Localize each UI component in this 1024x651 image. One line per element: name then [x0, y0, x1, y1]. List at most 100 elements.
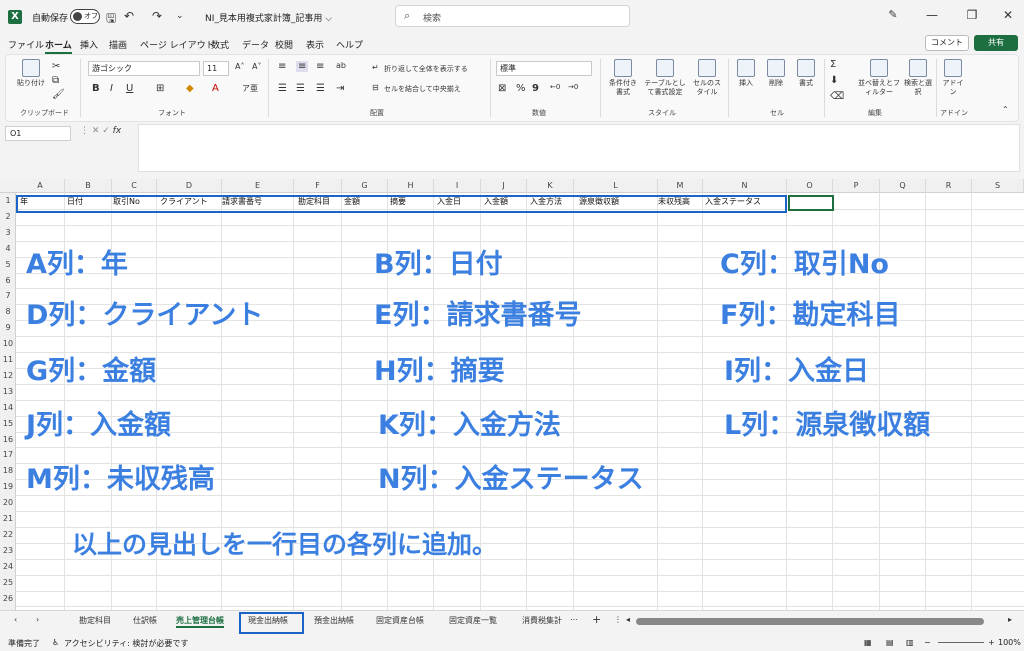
row-header[interactable]: 15 — [0, 419, 16, 428]
sheet-tab-accounts[interactable]: 勘定科目 — [79, 615, 111, 626]
row-header[interactable]: 10 — [0, 339, 16, 348]
column-header[interactable]: S — [972, 179, 1024, 193]
font-size-select[interactable]: 11 — [203, 61, 229, 76]
increase-decimal-icon[interactable]: ←0 — [550, 83, 560, 91]
save-icon[interactable]: 🖫 — [106, 9, 116, 30]
column-header[interactable]: F — [294, 179, 342, 193]
row-header[interactable]: 8 — [0, 307, 16, 316]
autosave-toggle[interactable]: オフ — [70, 9, 100, 24]
italic-icon[interactable]: I — [110, 83, 113, 94]
share-button[interactable]: 共有 — [974, 35, 1018, 51]
autosum-icon[interactable]: Σ — [830, 59, 836, 70]
addins-button[interactable]: アドイン — [940, 59, 966, 97]
page-break-view-icon[interactable]: ▥ — [906, 638, 914, 647]
format-painter-icon[interactable]: 🖌 — [52, 89, 65, 100]
row-header[interactable]: 3 — [0, 228, 16, 237]
tab-home[interactable]: ホーム — [45, 38, 72, 54]
selected-cell-o1[interactable] — [788, 195, 834, 211]
formula-input[interactable] — [138, 124, 1020, 172]
tab-formulas[interactable]: 数式 — [211, 38, 229, 51]
find-select-button[interactable]: 検索と選択 — [902, 59, 934, 97]
wrap-text-button[interactable]: 折り返して全体を表示する — [384, 65, 468, 74]
add-sheet-icon[interactable]: + — [592, 613, 601, 626]
indent-icon[interactable]: ⇥ — [336, 83, 344, 94]
wrap-text-icon[interactable]: ↵ — [372, 63, 379, 72]
row-header[interactable]: 19 — [0, 482, 16, 491]
normal-view-icon[interactable]: ▦ — [864, 638, 872, 647]
column-header[interactable]: O — [787, 179, 833, 193]
sheet-tab-fixed-asset-list[interactable]: 固定資産一覧 — [449, 615, 497, 626]
column-header[interactable]: L — [574, 179, 658, 193]
fill-icon[interactable]: ⬇ — [830, 75, 838, 86]
column-header[interactable]: G — [342, 179, 388, 193]
tab-view[interactable]: 表示 — [306, 38, 324, 51]
zoom-out-icon[interactable]: − — [924, 638, 931, 647]
tab-insert[interactable]: 挿入 — [80, 38, 98, 51]
align-right-icon[interactable]: ☰ — [316, 83, 325, 94]
sort-filter-button[interactable]: 並べ替えとフィルター — [858, 59, 900, 97]
row-header[interactable]: 5 — [0, 260, 16, 269]
row-header[interactable]: 13 — [0, 387, 16, 396]
row-header[interactable]: 14 — [0, 403, 16, 412]
fx-icon[interactable]: fx — [113, 126, 122, 136]
zoom-in-icon[interactable]: + — [988, 638, 995, 647]
row-header[interactable]: 22 — [0, 530, 16, 539]
sheet-tab-fixed-assets[interactable]: 固定資産台帳 — [376, 615, 424, 626]
cell-styles-button[interactable]: セルのスタイル — [690, 59, 724, 97]
tab-data[interactable]: データ — [242, 38, 269, 51]
decrease-decimal-icon[interactable]: →0 — [568, 83, 578, 91]
orientation-icon[interactable]: ab — [336, 61, 346, 70]
status-accessibility[interactable]: アクセシビリティ: 検討が必要です — [64, 638, 188, 649]
delete-cells-button[interactable]: 削除 — [762, 59, 790, 88]
tab-split-icon[interactable]: ⋮ — [614, 615, 622, 624]
align-middle-icon[interactable]: ≡ — [296, 61, 309, 72]
name-box[interactable]: O1 — [5, 126, 71, 141]
shrink-font-icon[interactable]: A˅ — [252, 62, 261, 71]
font-color-icon[interactable]: A — [212, 83, 219, 94]
percent-icon[interactable]: % — [516, 83, 526, 94]
undo-icon[interactable]: ↶ — [124, 9, 134, 23]
pen-icon[interactable]: ✎ — [883, 8, 903, 21]
column-header[interactable]: C — [112, 179, 157, 193]
format-as-table-button[interactable]: テーブルとして書式設定 — [644, 59, 686, 97]
tab-page-layout[interactable]: ページ レイアウト — [140, 38, 215, 51]
fill-color-icon[interactable]: ◆ — [186, 83, 194, 94]
comment-button[interactable]: コメント — [925, 35, 969, 51]
row-header[interactable]: 7 — [0, 291, 16, 300]
merge-icon[interactable]: ⊟ — [372, 83, 379, 92]
column-header[interactable]: D — [157, 179, 222, 193]
row-header[interactable]: 21 — [0, 514, 16, 523]
align-left-icon[interactable]: ☰ — [278, 83, 287, 94]
page-layout-view-icon[interactable]: ▤ — [886, 638, 894, 647]
customize-qat-icon[interactable]: ⌄ — [176, 11, 184, 21]
merge-center-button[interactable]: セルを結合して中央揃え — [384, 85, 461, 94]
column-header[interactable]: M — [658, 179, 703, 193]
horizontal-scrollbar[interactable] — [636, 618, 984, 625]
row-header[interactable]: 18 — [0, 466, 16, 475]
row-header[interactable]: 1 — [0, 196, 16, 205]
redo-icon[interactable]: ↷ — [152, 9, 162, 23]
sheet-tab-deposit-book[interactable]: 預金出納帳 — [314, 615, 354, 626]
search-box[interactable]: ⌕ 検索 — [395, 5, 630, 27]
phonetic-icon[interactable]: ア亜 — [242, 83, 258, 94]
spreadsheet-grid[interactable]: ABCDEFGHIJKLMNOPQRS 1 2 3 4 5 6 7 8 9 10 11 12 13 14 1… — [0, 179, 1024, 610]
more-sheets-icon[interactable]: ⋯ — [570, 615, 578, 624]
currency-icon[interactable]: ⊠ — [498, 83, 506, 94]
format-cells-button[interactable]: 書式 — [792, 59, 820, 88]
close-icon[interactable]: ✕ — [998, 8, 1018, 22]
align-top-icon[interactable]: ≡ — [278, 61, 286, 72]
clear-icon[interactable]: ⌫ — [830, 91, 844, 102]
tab-review[interactable]: 校閲 — [275, 38, 293, 51]
prev-sheet-icon[interactable]: ‹ — [14, 615, 17, 624]
column-header[interactable]: N — [703, 179, 787, 193]
tab-help[interactable]: ヘルプ — [336, 38, 363, 51]
sheet-tab-consumption-tax[interactable]: 消費税集計 — [522, 615, 562, 626]
row-header[interactable]: 12 — [0, 371, 16, 380]
paste-button[interactable]: 貼り付け — [14, 59, 48, 88]
bold-icon[interactable]: B — [92, 83, 100, 94]
row-header[interactable]: 6 — [0, 276, 16, 285]
column-header[interactable]: J — [481, 179, 527, 193]
next-sheet-icon[interactable]: › — [36, 615, 39, 624]
grow-font-icon[interactable]: A˄ — [235, 62, 244, 71]
column-header[interactable]: K — [527, 179, 574, 193]
